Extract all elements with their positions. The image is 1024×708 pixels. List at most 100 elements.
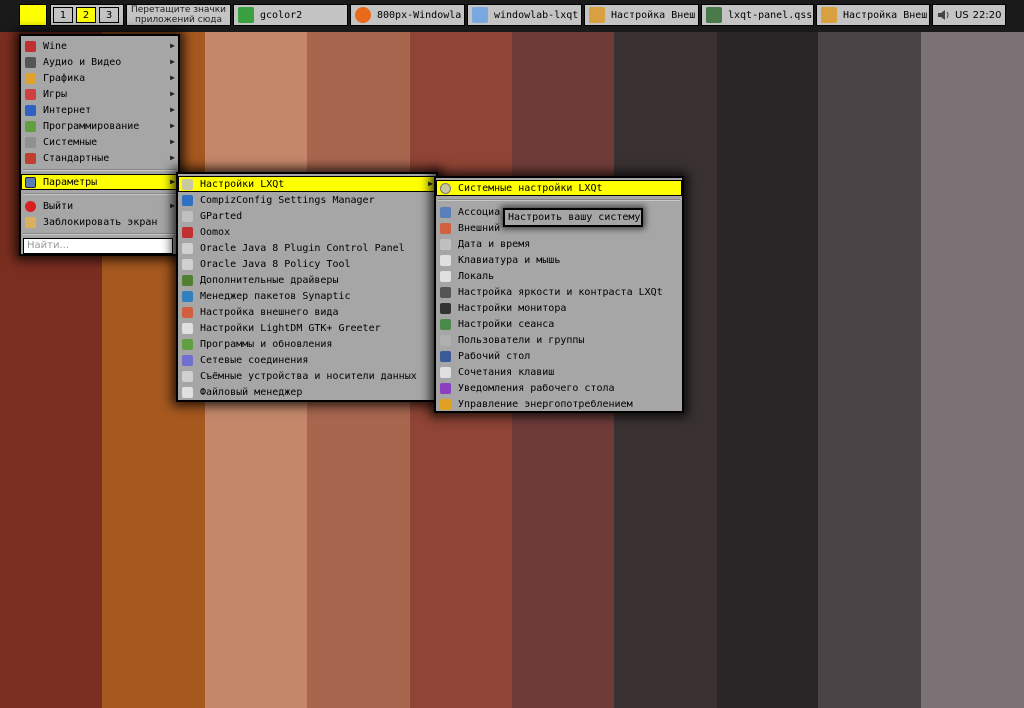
menu-item[interactable]: Съёмные устройства и носители данных [178, 368, 436, 384]
desktop-3-button[interactable]: 3 [99, 7, 119, 23]
menu-item[interactable]: Настройки LXQt ▶ [178, 176, 436, 192]
menu-item-label: Аудио и Видео [43, 56, 122, 68]
menu-item-label: Oracle Java 8 Policy Tool [200, 258, 351, 270]
menu-item[interactable]: Интернет ▶ [21, 102, 178, 118]
keyboard-layout-indicator[interactable]: US [955, 10, 969, 21]
wallpaper-stripe [717, 0, 818, 708]
taskbar-button[interactable]: windowlab-lxqt [467, 4, 582, 26]
menu-item-label: Программирование [43, 120, 140, 132]
menu-item[interactable]: Пользователи и группы [436, 332, 682, 348]
menu-item-label: Настройка внешнего вида [200, 306, 339, 318]
lightdm-icon [182, 322, 193, 334]
lock-icon [25, 216, 36, 228]
menu-item[interactable]: Oomox [178, 224, 436, 240]
menu-item[interactable]: Настройки LightDM GTK+ Greeter [178, 320, 436, 336]
submenu-arrow-icon: ▶ [170, 177, 175, 186]
desktop-pager: 123 [50, 4, 124, 26]
menu-item[interactable]: Рабочий стол [436, 348, 682, 364]
firefox-icon [355, 7, 371, 23]
menu-item[interactable]: Настройки монитора [436, 300, 682, 316]
menu-item[interactable]: Управление энергопотреблением [436, 396, 682, 412]
menu-item-label: GParted [200, 210, 243, 222]
clock[interactable]: 22:20 [973, 10, 1002, 21]
menu-item-label: Рабочий стол [458, 350, 531, 362]
menu-item[interactable]: Графика ▶ [21, 70, 178, 86]
taskbar-button[interactable]: gcolor2 [233, 4, 348, 26]
menu-item[interactable]: Файловый менеджер [178, 384, 436, 400]
menu-item[interactable]: Системные ▶ [21, 134, 178, 150]
taskbar-button-label: windowlab-lxqt [494, 9, 579, 21]
menu-item[interactable]: Wine ▶ [21, 38, 178, 54]
menu-item[interactable]: Сетевые соединения [178, 352, 436, 368]
menu-item-label: Стандартные [43, 152, 110, 164]
menu-item[interactable]: Программирование ▶ [21, 118, 178, 134]
taskbar-button[interactable]: 800px-Windowla [350, 4, 465, 26]
power-icon [25, 200, 36, 212]
menu-item[interactable]: Уведомления рабочего стола [436, 380, 682, 396]
file-manager-icon [182, 386, 193, 398]
menu-item[interactable]: GParted [178, 208, 436, 224]
quicklaunch-hint-line2: приложений сюда [134, 15, 223, 25]
taskbar-button[interactable]: Настройка Внеш [584, 4, 699, 26]
main-menu-button[interactable] [19, 4, 47, 26]
menu-item-label: Съёмные устройства и носители данных [200, 370, 417, 382]
system-tray: US 22:20 [932, 4, 1006, 26]
java-icon [182, 242, 193, 254]
menu-item-label: Oomox [200, 226, 231, 238]
internet-icon [25, 104, 36, 116]
menu-item-label: Настройки LXQt [200, 178, 285, 190]
menu-item[interactable]: Программы и обновления [178, 336, 436, 352]
menu-separator [438, 199, 680, 201]
submenu-arrow-icon: ▶ [170, 121, 175, 130]
compiz-icon [182, 194, 193, 206]
keyboard-shortcuts-icon [440, 366, 451, 378]
network-icon [182, 354, 193, 366]
menu-item[interactable]: Стандартные ▶ [21, 150, 178, 166]
menu-separator [23, 233, 176, 235]
settings-icon [182, 178, 193, 190]
menu-item[interactable]: Настройки сеанса [436, 316, 682, 332]
menu-item-lxqt-system-settings[interactable]: Системные настройки LXQt [436, 180, 682, 196]
menu-item-label: Выйти [43, 200, 74, 212]
menu-item[interactable]: Клавиатура и мышь [436, 252, 682, 268]
menu-item-lock-screen[interactable]: Заблокировать экран [21, 214, 178, 230]
menu-item[interactable]: Игры ▶ [21, 86, 178, 102]
menu-item[interactable]: Настройка внешнего вида [178, 304, 436, 320]
menu-item[interactable]: Локаль [436, 268, 682, 284]
taskbar-button[interactable]: Настройка Внеш [816, 4, 930, 26]
multimedia-icon [25, 56, 36, 68]
taskbar-button[interactable]: lxqt-panel.qss [701, 4, 814, 26]
desktop-1-button[interactable]: 1 [53, 7, 73, 23]
menu-item-label: Параметры [43, 176, 98, 188]
menu-item[interactable]: Настройка яркости и контраста LXQt [436, 284, 682, 300]
taskbar-button-label: gcolor2 [260, 9, 303, 21]
menu-item[interactable]: Дата и время [436, 236, 682, 252]
menu-item-parameters[interactable]: Параметры ▶ [21, 174, 178, 190]
date-time-icon [440, 238, 451, 250]
menu-item-logout[interactable]: Выйти ▶ [21, 198, 178, 214]
desktop-2-button[interactable]: 2 [76, 7, 96, 23]
search-input[interactable]: Найти... [23, 238, 173, 254]
menu-item-label: Интернет [43, 104, 92, 116]
wine-icon [25, 40, 36, 52]
text-editor-icon [706, 7, 722, 23]
menu-item-label: Клавиатура и мышь [458, 254, 561, 266]
taskbar-button-label: Настройка Внеш [843, 9, 928, 21]
menu-item[interactable]: CompizConfig Settings Manager [178, 192, 436, 208]
menu-item[interactable]: Дополнительные драйверы [178, 272, 436, 288]
menu-item-label: Настройки монитора [458, 302, 567, 314]
submenu-arrow-icon: ▶ [428, 179, 433, 188]
quicklaunch-area[interactable]: Перетащите значки приложений сюда [126, 4, 231, 26]
menu-item[interactable]: Менеджер пакетов Synaptic [178, 288, 436, 304]
menu-item[interactable]: Аудио и Видео ▶ [21, 54, 178, 70]
menu-item[interactable]: Oracle Java 8 Plugin Control Panel [178, 240, 436, 256]
driver-icon [182, 274, 193, 286]
speaker-icon[interactable] [937, 9, 951, 21]
menu-item-label: Внешний [458, 222, 501, 234]
menu-item[interactable]: Сочетания клавиш [436, 364, 682, 380]
menu-item[interactable]: Oracle Java 8 Policy Tool [178, 256, 436, 272]
submenu-arrow-icon: ▶ [170, 201, 175, 210]
submenu-arrow-icon: ▶ [170, 89, 175, 98]
development-icon [25, 120, 36, 132]
taskbar-button-label: lxqt-panel.qss [728, 9, 813, 21]
